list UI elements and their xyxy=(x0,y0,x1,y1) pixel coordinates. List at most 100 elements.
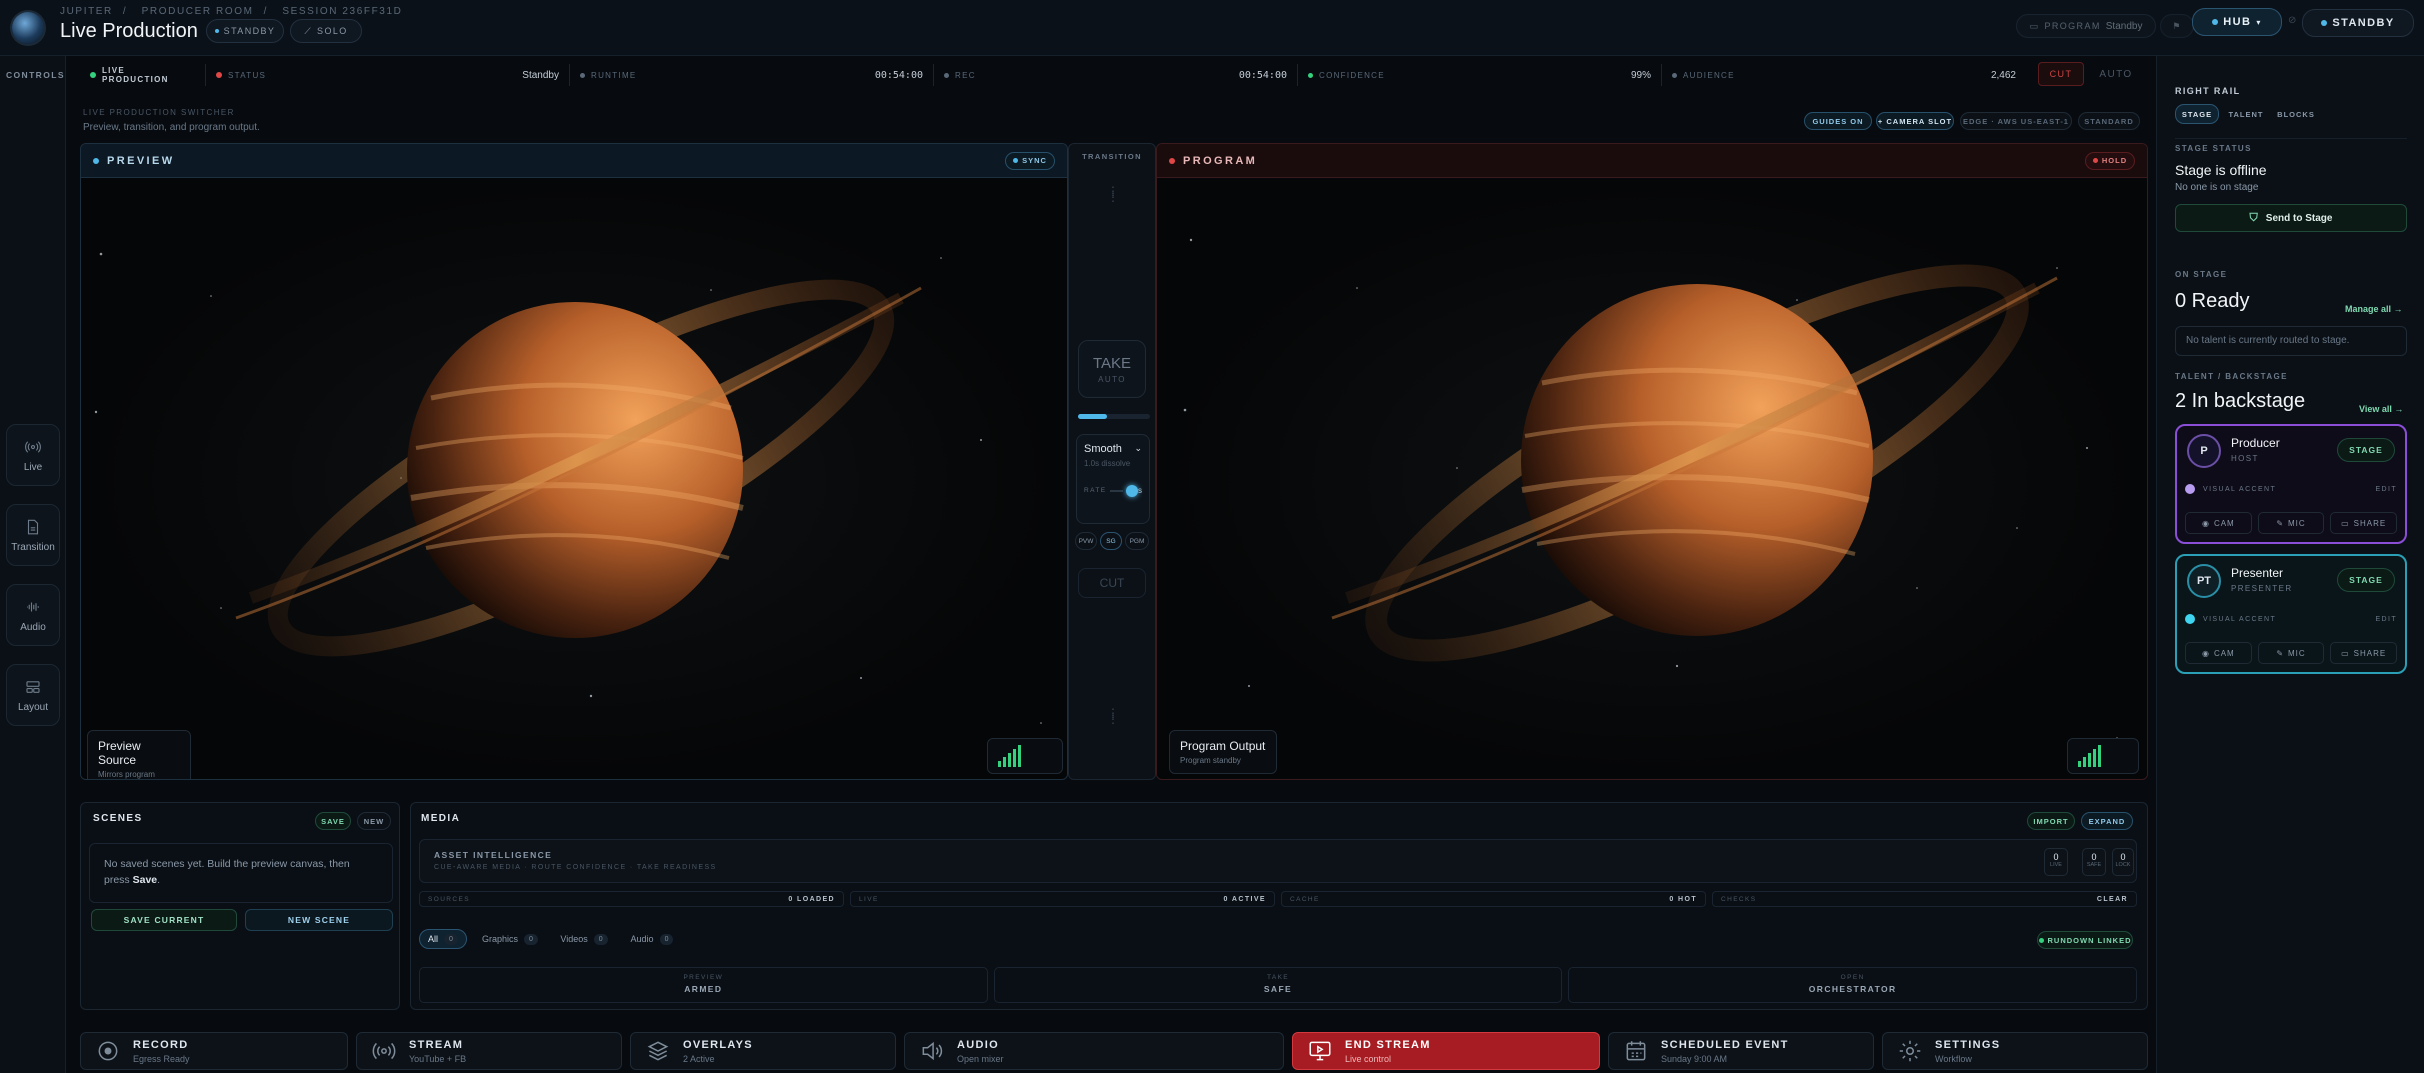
create-scene-button[interactable]: NEW SCENE xyxy=(245,909,393,931)
accent-swatch[interactable] xyxy=(2185,614,2195,624)
tab-blocks[interactable]: BLOCKS xyxy=(2273,104,2319,124)
talent-card-presenter[interactable]: PT Presenter PRESENTER STAGE VISUAL ACCE… xyxy=(2175,554,2407,674)
page-title: Live Production xyxy=(60,20,198,42)
stat-checks: CHECKS CLEAR xyxy=(1712,891,2137,907)
preview-title: PREVIEW xyxy=(107,154,175,167)
tools-pill[interactable]: ⚑ xyxy=(2160,14,2194,38)
send-to-stage-button[interactable]: ⛉ Send to Stage xyxy=(2175,204,2407,232)
solo-icon: ⟋ xyxy=(304,25,313,36)
accent-swatch[interactable] xyxy=(2185,484,2195,494)
talent-name: Producer xyxy=(2231,436,2280,450)
waveform-icon xyxy=(27,602,39,611)
preview-monitor[interactable]: PREVIEW SYNC Preview Source Mirrors prog… xyxy=(80,143,1068,780)
manage-all-link[interactable]: Manage all → xyxy=(2345,304,2403,314)
mic-button[interactable]: ✎ MIC xyxy=(2257,512,2325,534)
stage-status-label: STAGE STATUS xyxy=(2175,144,2252,153)
edit-accent-button[interactable]: EDIT xyxy=(2375,616,2397,623)
grip-handle[interactable]: ⋮ ⋮ xyxy=(1107,707,1119,732)
view-all-link[interactable]: View all → xyxy=(2359,404,2403,414)
expand-button[interactable]: EXPAND xyxy=(2081,812,2133,830)
right-rail-title: RIGHT RAIL xyxy=(2175,86,2241,96)
media-tab-videos[interactable]: Videos 0 xyxy=(553,929,615,949)
media-tab-audio[interactable]: Audio 0 xyxy=(623,929,681,949)
broadcast-icon xyxy=(25,440,41,453)
tab-talent[interactable]: TALENT xyxy=(2223,104,2269,124)
route-pgm[interactable]: PGM xyxy=(1125,532,1149,550)
overlays-button[interactable]: OVERLAYS 2 Active xyxy=(630,1032,896,1070)
media-panel: MEDIA IMPORT EXPAND ASSET INTELLIGENCE C… xyxy=(410,802,2148,1010)
grip-handle[interactable]: ⋮ ⋮ xyxy=(1107,185,1119,210)
audience-dot xyxy=(1672,72,1677,78)
share-icon: ▭ xyxy=(2341,648,2350,658)
audio-button[interactable]: AUDIO Open mixer xyxy=(904,1032,1284,1070)
transition-cut-button[interactable]: CUT xyxy=(1078,568,1146,598)
media-title: MEDIA xyxy=(421,813,461,824)
stage-status-sub: No one is on stage xyxy=(2175,182,2259,193)
edit-accent-button[interactable]: EDIT xyxy=(2375,486,2397,493)
hub-button[interactable]: HUB ▾ xyxy=(2192,8,2282,36)
rail-item-audio[interactable]: Audio xyxy=(6,584,60,646)
save-current-button[interactable]: SAVE CURRENT xyxy=(91,909,237,931)
cut-button[interactable]: CUT xyxy=(2038,62,2084,86)
route-sg[interactable]: SG xyxy=(1100,532,1122,550)
stream-button[interactable]: STREAM YouTube + FB xyxy=(356,1032,622,1070)
take-button[interactable]: TAKE AUTO xyxy=(1078,340,1146,398)
media-tab-all[interactable]: All 0 xyxy=(419,929,467,949)
status-cell: STATUS Standby xyxy=(206,64,570,86)
preview-source-title: Preview Source xyxy=(98,739,141,767)
standby-status-button[interactable]: STANDBY xyxy=(2302,9,2414,37)
share-button[interactable]: ▭ SHARE xyxy=(2330,642,2398,664)
cam-button[interactable]: ◉ CAM xyxy=(2185,512,2252,534)
end-stream-button[interactable]: END STREAM Live control xyxy=(1292,1032,1600,1070)
chevron-down-icon: ▾ xyxy=(2256,17,2262,27)
tab-stage[interactable]: STAGE xyxy=(2175,104,2219,124)
rail-label: CONTROLS xyxy=(6,70,65,80)
backstage-label: TALENT / BACKSTAGE xyxy=(2175,372,2288,381)
save-scene-button[interactable]: SAVE xyxy=(315,812,351,830)
auto-button[interactable]: AUTO xyxy=(2090,62,2142,86)
chevron-down-icon[interactable]: ⌄ xyxy=(1134,443,1142,455)
mic-button[interactable]: ✎ MIC xyxy=(2257,642,2325,664)
share-button[interactable]: ▭ SHARE xyxy=(2330,512,2398,534)
program-signal-meter xyxy=(2067,738,2139,774)
import-button[interactable]: IMPORT xyxy=(2027,812,2075,830)
rundown-linked-badge[interactable]: RUNDOWN LINKED xyxy=(2037,931,2133,949)
stage-button[interactable]: STAGE xyxy=(2337,438,2395,462)
program-output-title: Program Output xyxy=(1180,739,1266,753)
guides-toggle[interactable]: GUIDES ON xyxy=(1804,112,1872,130)
settings-button[interactable]: SETTINGS Workflow xyxy=(1882,1032,2148,1070)
program-monitor[interactable]: PROGRAM HOLD Program Output Program stan… xyxy=(1156,143,2148,780)
quality-chip[interactable]: STANDARD xyxy=(2078,112,2140,130)
standby-pill[interactable]: STANDBY xyxy=(206,19,284,43)
route-pvw[interactable]: PVW xyxy=(1075,532,1097,550)
hold-badge[interactable]: HOLD xyxy=(2085,151,2135,170)
rate-slider[interactable] xyxy=(1110,484,1139,497)
rail-item-live[interactable]: Live xyxy=(6,424,60,486)
open-orchestrator-cell[interactable]: OPEN ORCHESTRATOR xyxy=(1568,967,2138,1003)
take-safe-cell[interactable]: TAKE SAFE xyxy=(993,967,1563,1003)
solo-pill[interactable]: ⟋ SOLO xyxy=(290,19,362,43)
add-camera-slot-button[interactable]: + CAMERA SLOT xyxy=(1876,112,1954,130)
breadcrumb-item[interactable]: PRODUCER ROOM xyxy=(142,6,254,17)
record-button[interactable]: RECORD Egress Ready xyxy=(80,1032,348,1070)
rail-item-layout[interactable]: Layout xyxy=(6,664,60,726)
rail-item-transition[interactable]: Transition xyxy=(6,504,60,566)
link-icon: ⊘ xyxy=(2288,15,2297,26)
transition-mode-card[interactable]: Smooth⌄ 1.0s dissolve RATE 1.0s xyxy=(1076,434,1150,524)
breadcrumb-item[interactable]: JUPITER xyxy=(60,6,113,17)
talent-card-producer[interactable]: P Producer HOST STAGE VISUAL ACCENT EDIT… xyxy=(2175,424,2407,544)
edge-region-chip[interactable]: EDGE · AWS US-EAST-1 xyxy=(1960,112,2072,130)
preview-armed-cell[interactable]: PREVIEW ARMED xyxy=(419,967,988,1003)
scheduled-event-button[interactable]: SCHEDULED EVENT Sunday 9:00 AM xyxy=(1608,1032,1874,1070)
stage-status: Stage is offline xyxy=(2175,162,2267,178)
scenes-empty-state: No saved scenes yet. Build the preview c… xyxy=(89,843,393,903)
cam-button[interactable]: ◉ CAM xyxy=(2185,642,2252,664)
app-logo[interactable] xyxy=(12,12,44,44)
slider-handle[interactable] xyxy=(1126,484,1139,497)
stage-button[interactable]: STAGE xyxy=(2337,568,2395,592)
transition-panel: TRANSITION ⋮ ⋮ TAKE AUTO Smooth ⌄ 1.0s dis… xyxy=(1068,143,1156,780)
preview-source-sub: Mirrors program xyxy=(98,770,155,779)
sync-badge[interactable]: SYNC xyxy=(1005,151,1055,170)
media-tab-graphics[interactable]: Graphics 0 xyxy=(475,929,545,949)
new-scene-button[interactable]: NEW xyxy=(357,812,391,830)
